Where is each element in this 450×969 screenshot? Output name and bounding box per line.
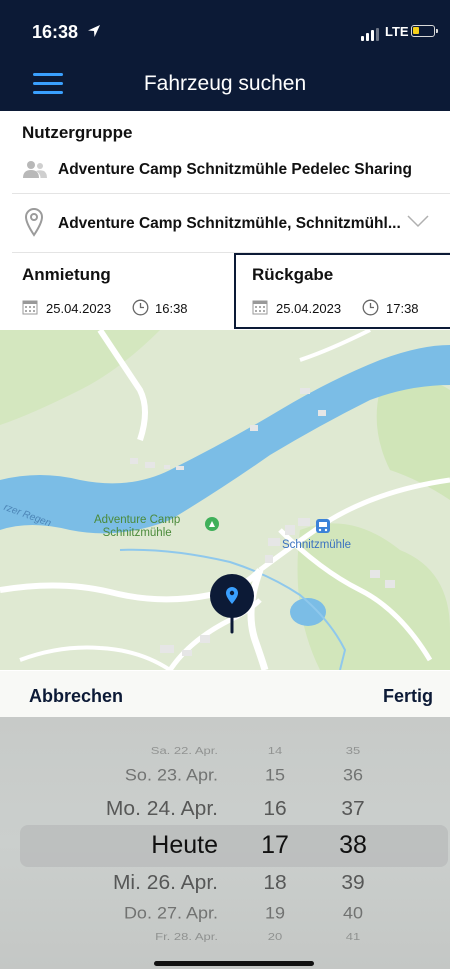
picker-minute-item[interactable]: 35 [313,745,393,756]
picker-day-item[interactable]: So. 23. Apr. [125,766,218,785]
picker-minute-item[interactable]: 36 [313,766,393,785]
bus-stop-icon [316,519,330,533]
picker-hour-item[interactable]: 16 [235,797,315,820]
picker-hour-item[interactable]: 19 [235,904,315,923]
top-bar: 16:38 LTE Fahrzeug suchen [0,0,450,111]
location-pin-icon [24,208,44,237]
map[interactable]: rzer Regen Adventure Camp Schnitzmühle S… [0,330,450,670]
vehicle-marker-icon[interactable] [207,574,257,634]
return-label: Rückgabe [252,265,334,284]
picker-day-item[interactable]: Do. 27. Apr. [124,904,218,923]
return-box[interactable]: Rückgabe 25.04.2023 17:38 [234,253,450,329]
user-group-label: Nutzergruppe [22,123,133,142]
rental-box[interactable]: Anmietung 25.04.2023 16:38 [10,253,232,329]
network-type: LTE [385,24,409,39]
picker-day-item[interactable]: Fr. 28. Apr. [155,931,218,942]
done-button[interactable]: Fertig [383,686,433,707]
status-time: 16:38 [32,22,79,42]
chevron-down-icon[interactable] [406,213,430,229]
home-indicator [154,961,314,966]
picker-hour-item[interactable]: 14 [235,745,315,756]
users-icon [23,161,47,178]
picker-day-item[interactable]: Mo. 24. Apr. [106,797,218,820]
picker-minute-item[interactable]: 39 [313,871,393,894]
map-camp-label-line2: Schnitzmühle [102,527,172,539]
clock-icon [132,299,149,316]
picker-minute-item[interactable]: 41 [313,931,393,942]
screen: 16:38 LTE Fahrzeug suchen Nutzergruppe A… [0,0,450,969]
picker-day-item[interactable]: Sa. 22. Apr. [151,745,218,756]
picker-day-item[interactable]: Heute [151,831,218,860]
calendar-icon [22,300,38,315]
map-camp-label-line1: Adventure Camp [94,514,181,526]
picker-toolbar: Abbrechen Fertig [0,671,450,717]
picker-minute-item[interactable]: 40 [313,904,393,923]
rental-date[interactable]: 25.04.2023 [46,301,111,316]
campsite-icon [205,517,219,531]
user-group-value[interactable]: Adventure Camp Schnitzmühle Pedelec Shar… [58,161,412,179]
cancel-button[interactable]: Abbrechen [29,686,123,707]
picker-hour-item[interactable]: 15 [235,766,315,785]
rental-time[interactable]: 16:38 [155,301,188,316]
page-title: Fahrzeug suchen [143,72,307,95]
clock-icon [362,299,379,316]
calendar-icon [252,300,268,315]
picker-minute-item[interactable]: 37 [313,797,393,820]
battery-icon [411,25,438,37]
date-time-picker[interactable]: Sa. 22. Apr. So. 23. Apr. Mo. 24. Apr. Heut… [0,717,450,969]
map-camp-label[interactable]: Adventure Camp Schnitzmühle [94,514,180,540]
picker-day-item[interactable]: Mi. 26. Apr. [113,871,218,894]
divider [12,193,450,194]
picker-minute-item[interactable]: 38 [313,831,393,860]
picker-hour-item[interactable]: 18 [235,871,315,894]
location-value[interactable]: Adventure Camp Schnitzmühle, Schnitzmühl… [58,215,401,233]
picker-hour-item[interactable]: 20 [235,931,315,942]
signal-icon [361,28,379,41]
rental-label: Anmietung [22,265,111,284]
location-arrow-icon [88,25,100,37]
return-date[interactable]: 25.04.2023 [276,301,341,316]
picker-hour-item[interactable]: 17 [235,831,315,860]
return-time[interactable]: 17:38 [386,301,419,316]
map-station-label: Schnitzmühle [282,539,352,551]
